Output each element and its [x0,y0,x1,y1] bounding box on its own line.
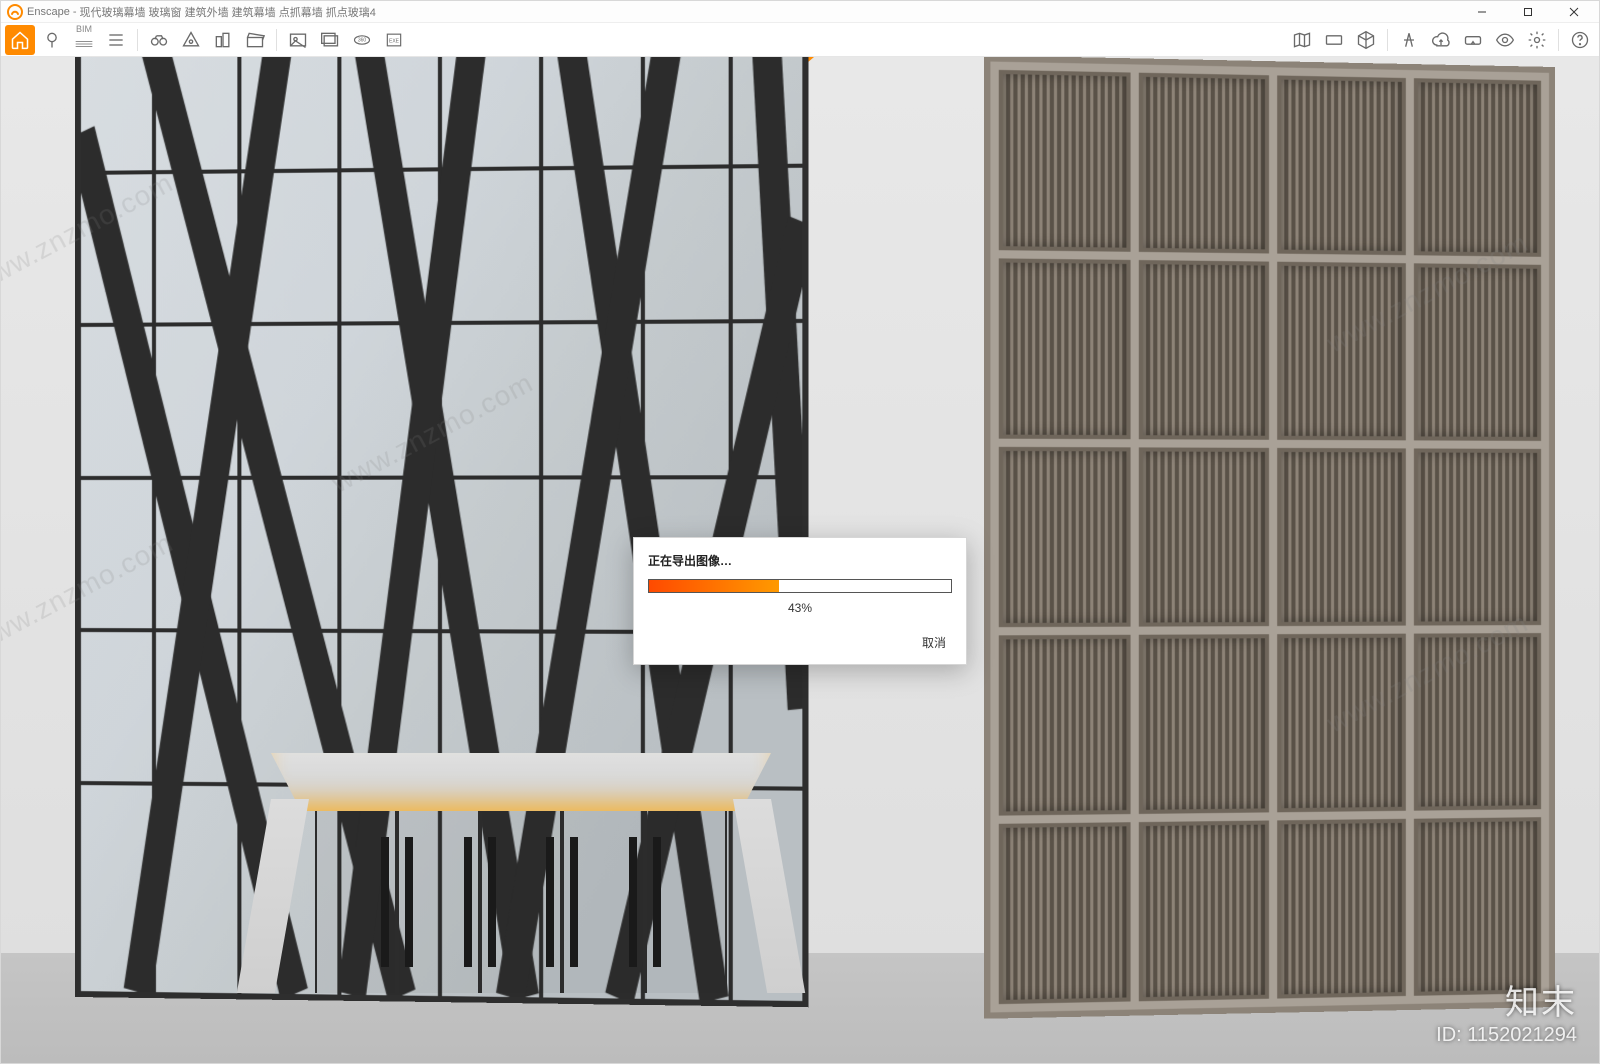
map-icon[interactable] [1287,25,1317,55]
cube-icon[interactable] [1351,25,1381,55]
picture-icon[interactable] [283,25,313,55]
toolbar-separator [137,29,138,51]
home-icon[interactable] [5,25,35,55]
watermark-corner: 知末 ID: 1152021294 [1436,975,1577,1047]
walkthrough-icon[interactable] [1394,25,1424,55]
bim-label: BIM [76,25,92,34]
progress-bar [648,579,952,593]
progress-bar-fill [649,580,779,592]
svg-text:EXE: EXE [389,38,400,44]
toolbar: BIM 360 EXE [1,23,1599,57]
cloud-upload-icon[interactable] [1426,25,1456,55]
louver-facade [984,57,1555,1019]
binoculars-icon[interactable] [144,25,174,55]
buildings-icon[interactable] [208,25,238,55]
clapper-icon[interactable] [240,25,270,55]
keyboard-icon[interactable] [1319,25,1349,55]
bim-mode-button[interactable]: BIM [69,25,99,55]
app-logo-icon [7,4,23,20]
entrance-canopy [291,753,751,993]
svg-text:360: 360 [358,37,367,43]
titlebar: Enscape - 现代玻璃幕墙 玻璃窗 建筑外墙 建筑幕墙 点抓幕墙 抓点玻璃… [1,1,1599,23]
eye-visibility-icon[interactable] [1490,25,1520,55]
toolbar-separator [1558,29,1559,51]
watermark-brand: 知末 [1436,975,1577,1024]
toolbar-separator [1387,29,1388,51]
window-close-button[interactable] [1551,1,1597,23]
window-minimize-button[interactable] [1459,1,1505,23]
toolbar-separator [276,29,277,51]
menu-icon[interactable] [101,25,131,55]
exe-export-icon[interactable]: EXE [379,25,409,55]
view-sun-icon[interactable] [176,25,206,55]
pin-icon[interactable] [37,25,67,55]
titlebar-document-name: 现代玻璃幕墙 玻璃窗 建筑外墙 建筑幕墙 点抓幕墙 抓点玻璃4 [79,4,375,20]
help-icon[interactable] [1565,25,1595,55]
window-maximize-button[interactable] [1505,1,1551,23]
cancel-button[interactable]: 取消 [916,631,952,654]
render-viewport[interactable]: www.znzmo.com www.znzmo.com www.znzmo.co… [1,57,1599,1063]
export-progress-dialog: 正在导出图像… 43% 取消 [633,537,967,665]
progress-percent-label: 43% [648,601,952,615]
titlebar-app-name: Enscape [27,6,70,18]
picture-batch-icon[interactable] [315,25,345,55]
titlebar-sep: - [73,6,77,18]
watermark-id: ID: 1152021294 [1436,1024,1577,1047]
panorama-360-icon[interactable]: 360 [347,25,377,55]
dialog-title: 正在导出图像… [648,552,952,569]
vr-headset-icon[interactable] [1458,25,1488,55]
settings-gear-icon[interactable] [1522,25,1552,55]
